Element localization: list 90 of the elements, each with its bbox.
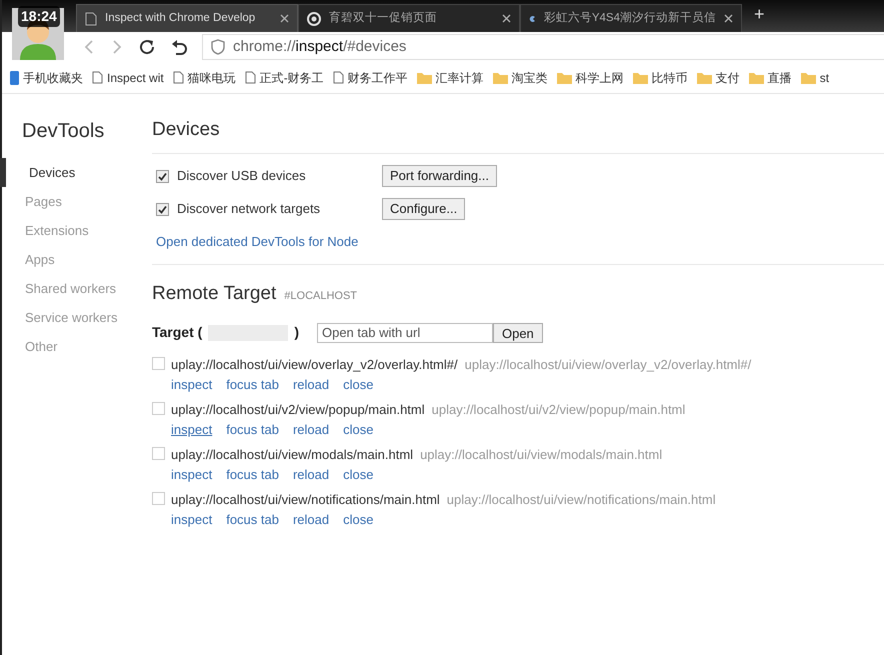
checkbox-label: Discover USB devices (177, 167, 306, 186)
sidebar-item[interactable]: Pages (2, 187, 152, 216)
action-link[interactable]: close (343, 420, 374, 439)
action-link[interactable]: close (343, 510, 374, 529)
page-icon (85, 12, 97, 26)
folder-icon (800, 72, 816, 84)
open-button[interactable]: Open (492, 322, 543, 342)
checkbox[interactable] (152, 357, 165, 370)
action-link[interactable]: reload (292, 374, 330, 394)
action-link[interactable]: reload (292, 464, 330, 484)
new-tab-button[interactable]: + (754, 1, 765, 28)
address-bar[interactable]: chrome://inspect/#devices (202, 34, 884, 60)
checkbox[interactable] (156, 170, 169, 182)
settings-button[interactable]: Port forwarding... (382, 165, 497, 187)
folder-icon (556, 72, 572, 84)
action-link[interactable]: inspect (171, 374, 212, 394)
checkbox[interactable] (152, 447, 165, 460)
action-link[interactable]: inspect (171, 510, 212, 529)
target-url: uplay://localhost/ui/view/notifications/main.html (446, 491, 716, 509)
action-link[interactable]: reload (292, 510, 330, 529)
action-link[interactable]: inspect (171, 420, 212, 439)
action-link[interactable]: focus tab (226, 510, 279, 529)
page-icon (332, 71, 344, 84)
action-link[interactable]: focus tab (226, 420, 279, 439)
reload-icon[interactable] (138, 38, 156, 56)
phone-icon (10, 70, 19, 84)
bookmark-link[interactable]: 手机收藏夹 (23, 68, 83, 86)
url-input-field[interactable]: Open tab with url (316, 322, 493, 342)
bookmark-link[interactable]: 淘宝类 (512, 68, 548, 86)
folder-icon (696, 72, 712, 84)
bookmark-link[interactable]: 财务工作平 (348, 68, 408, 86)
checkbox-label: Discover network targets (177, 200, 320, 218)
section-tag: #LOCALHOST (284, 288, 358, 304)
target-name: uplay://localhost/ui/view/modals/main.html (171, 446, 414, 464)
sidebar-item[interactable]: Apps (2, 245, 152, 274)
sidebar-item[interactable]: Other (2, 332, 152, 361)
bookmark-link[interactable]: 科学上网 (576, 68, 624, 86)
close-icon[interactable] (280, 14, 289, 23)
undo-icon[interactable] (170, 38, 188, 56)
target-label: ) (294, 323, 299, 342)
checkbox[interactable] (152, 402, 165, 415)
shield-icon (211, 39, 225, 55)
swirl-icon (307, 12, 321, 26)
close-icon[interactable] (724, 14, 733, 23)
tab-title: 彩虹六号Y4S4潮汐行动新干员信 (544, 10, 716, 26)
target-name: uplay://localhost/ui/view/notifications/main.html (171, 491, 440, 509)
bookmark-link[interactable]: 汇率计算 (436, 68, 484, 86)
bookmark-link[interactable]: st (820, 68, 830, 86)
folder-icon (632, 72, 648, 84)
sidebar-title: DevTools (21, 119, 106, 144)
settings-button[interactable]: Configure... (382, 198, 466, 220)
sidebar-item[interactable]: Service workers (2, 303, 152, 332)
action-link[interactable]: close (343, 464, 374, 484)
checkbox[interactable] (156, 202, 169, 216)
folder-icon (416, 72, 432, 84)
target-name: uplay://localhost/ui/view/overlay_v2/overlay.html#/ (171, 356, 458, 374)
page-icon (244, 71, 256, 84)
clock-text: 18:24 (18, 6, 60, 27)
target-url: uplay://localhost/ui/view/modals/main.html (420, 446, 662, 464)
sidebar-item[interactable]: Shared workers (2, 274, 152, 303)
action-link[interactable]: focus tab (226, 464, 279, 484)
browser-tab[interactable]: 彩虹六号Y4S4潮汐行动新干员信 (520, 4, 742, 32)
tab-title: Inspect with Chrome Develop (105, 10, 256, 26)
target-url: uplay://localhost/ui/v2/view/popup/main.html (432, 401, 686, 419)
browser-tab[interactable]: 育碧双十一促销页面 (298, 4, 520, 32)
action-link[interactable]: close (343, 374, 374, 394)
bookmark-link[interactable]: 猫咪电玩 (188, 68, 236, 86)
bookmark-link[interactable]: Inspect wit (107, 68, 164, 86)
target-label: Target ( (152, 323, 202, 342)
tab-title: 育碧双十一促销页面 (329, 10, 438, 26)
bookmark-link[interactable]: 支付 (716, 68, 740, 86)
page-icon (172, 71, 184, 84)
bookmark-link[interactable]: 比特币 (652, 68, 688, 86)
browser-tab[interactable]: Inspect with Chrome Develop (76, 4, 298, 32)
target-url: uplay://localhost/ui/view/overlay_v2/overlay.html#/ (464, 356, 752, 374)
sidebar-item[interactable]: Extensions (2, 216, 152, 245)
close-icon[interactable] (502, 14, 511, 23)
action-link[interactable]: inspect (171, 464, 212, 484)
action-link[interactable]: reload (292, 420, 330, 439)
folder-icon (748, 72, 764, 84)
folder-icon (492, 72, 508, 84)
section-heading: Remote Target (152, 282, 276, 306)
checkbox[interactable] (152, 492, 165, 505)
page-icon (92, 71, 103, 84)
target-name: uplay://localhost/ui/v2/view/popup/main.html (171, 401, 425, 419)
devtools-node-link[interactable]: Open dedicated DevTools for Node (156, 234, 358, 248)
action-link[interactable]: focus tab (226, 374, 279, 394)
bookmark-link[interactable]: 正式-财务工 (260, 68, 324, 86)
bookmark-link[interactable]: 直播 (768, 68, 792, 86)
section-heading: Devices (152, 118, 221, 142)
